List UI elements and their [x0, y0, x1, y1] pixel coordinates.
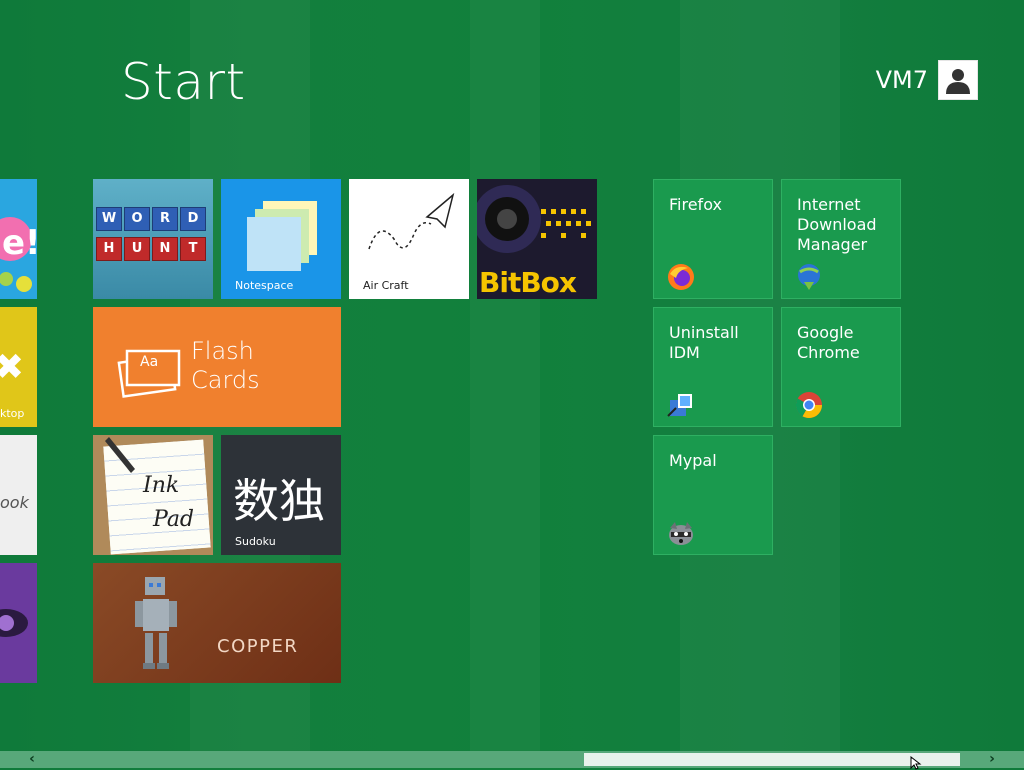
word-hunt-letter: H [96, 237, 122, 261]
tile-title-line1: Ink [143, 473, 180, 498]
svg-text:e!: e! [2, 223, 37, 263]
flash-cards-icon-text: Aa [140, 354, 159, 370]
tile-label: Uninstall IDM [669, 323, 739, 362]
chrome-icon [795, 392, 823, 419]
paper-plane-icon [368, 192, 455, 250]
tile-label: ook [0, 493, 29, 512]
tile-partial-eye[interactable] [0, 563, 37, 683]
tile-label: ktop [0, 407, 25, 420]
avatar [938, 60, 978, 100]
game-art-icon: e! [0, 217, 37, 292]
horizontal-scrollbar[interactable]: ‹ › [0, 751, 1024, 768]
tile-sudoku[interactable]: 数独 Sudoku [221, 435, 341, 555]
background-streak [470, 0, 540, 768]
tile-label: Air Craft [363, 279, 409, 292]
tile-bitbox[interactable]: BitBox [477, 179, 597, 299]
tile-label: COPPER [217, 636, 299, 657]
word-hunt-letter: W [96, 207, 122, 231]
tile-internet-download-manager[interactable]: Internet Download Manager [781, 179, 901, 299]
user-name: VM7 [875, 66, 928, 94]
tile-air-craft[interactable]: Air Craft [349, 179, 469, 299]
tile-notespace[interactable]: Notespace [221, 179, 341, 299]
tile-label: Sudoku [235, 535, 276, 548]
uninstall-icon [667, 394, 692, 417]
tile-firefox[interactable]: Firefox [653, 179, 773, 299]
word-hunt-letter: T [180, 237, 206, 261]
speaker-icon [477, 185, 591, 253]
tile-partial-game[interactable]: e! [0, 179, 37, 299]
tile-flash-cards[interactable]: Aa Flash Cards [93, 307, 341, 427]
tile-uninstall-idm[interactable]: Uninstall IDM [653, 307, 773, 427]
robot-icon [135, 577, 177, 669]
tile-title-line2: Pad [153, 507, 195, 532]
user-icon [946, 69, 970, 94]
tile-partial-desktop[interactable]: ✖ ktop [0, 307, 37, 427]
word-hunt-letter: D [180, 207, 206, 231]
tile-word-hunt[interactable]: WORD HUNT [93, 179, 213, 299]
tile-title-line2: Cards [191, 366, 260, 394]
bitbox-logo-text: BitBox [479, 266, 577, 299]
tile-label: Internet Download Manager [797, 195, 877, 254]
word-hunt-letter: R [152, 207, 178, 231]
desktop-mark-icon: ✖ [0, 347, 25, 388]
tile-label: Google Chrome [797, 323, 860, 362]
tile-ink-pad[interactable]: Ink Pad [93, 435, 213, 555]
mypal-icon [669, 522, 693, 545]
tile-title-line1: Flash [191, 337, 254, 365]
word-hunt-letter: O [124, 207, 150, 231]
tile-partial-notebook[interactable]: ook [0, 435, 37, 555]
pen-icon [105, 437, 135, 473]
eye-icon [0, 609, 28, 637]
word-hunt-letter: N [152, 237, 178, 261]
user-account[interactable]: VM7 [876, 60, 978, 100]
tile-label: Mypal [669, 451, 717, 470]
scrollbar-thumb[interactable] [584, 753, 960, 766]
tile-mypal[interactable]: Mypal [653, 435, 773, 555]
tile-google-chrome[interactable]: Google Chrome [781, 307, 901, 427]
sudoku-characters: 数独 [233, 474, 325, 528]
sticky-notes-icon [247, 201, 317, 271]
tile-label: Notespace [235, 279, 294, 292]
page-title: Start [121, 53, 246, 111]
word-hunt-letter: U [124, 237, 150, 261]
tile-label: Firefox [669, 195, 722, 214]
idm-icon [798, 264, 820, 290]
scroll-right-button[interactable]: › [982, 751, 1002, 768]
tile-copper[interactable]: COPPER [93, 563, 341, 683]
firefox-icon [668, 264, 694, 290]
scroll-left-button[interactable]: ‹ [22, 751, 42, 768]
flash-cards-icon [117, 349, 181, 398]
